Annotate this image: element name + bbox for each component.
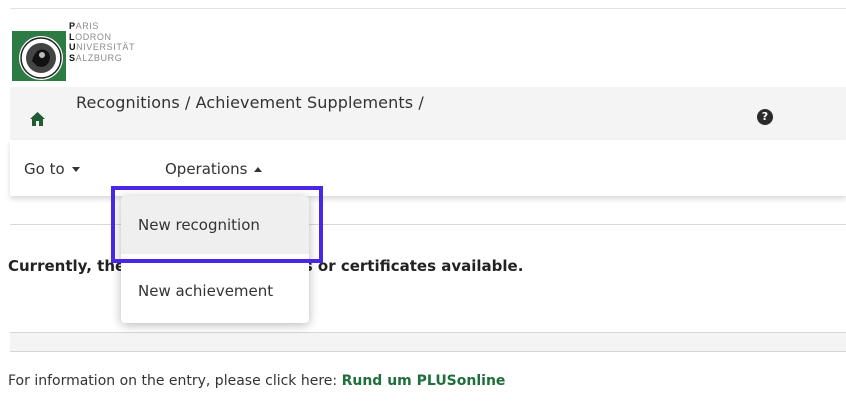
university-seal-icon [12,31,66,81]
home-icon[interactable] [29,111,46,127]
menu-item-new-achievement[interactable]: New achievement [121,262,309,320]
university-logo[interactable]: PARIS LODRON UNIVERSITÄT SALZBURG [12,21,212,83]
goto-menu-button[interactable]: Go to [24,160,80,178]
help-icon[interactable]: ? [757,109,773,125]
breadcrumb: Recognitions / Achievement Supplements / [76,93,424,112]
operations-menu-button[interactable]: Operations [165,160,263,178]
caret-up-icon [254,167,263,172]
section-separator [10,332,846,352]
top-divider [10,8,846,9]
logo-wordmark: PARIS LODRON UNIVERSITÄT SALZBURG [69,21,136,63]
highlight-box [111,186,323,263]
plusonline-link[interactable]: Rund um PLUSonline [342,373,506,389]
caret-down-icon [71,167,80,172]
goto-label: Go to [24,160,65,178]
operations-label: Operations [165,160,248,178]
info-text: For information on the entry, please cli… [8,373,505,389]
info-prefix: For information on the entry, please cli… [8,373,342,389]
breadcrumb-bar: Recognitions / Achievement Supplements /… [10,87,846,140]
